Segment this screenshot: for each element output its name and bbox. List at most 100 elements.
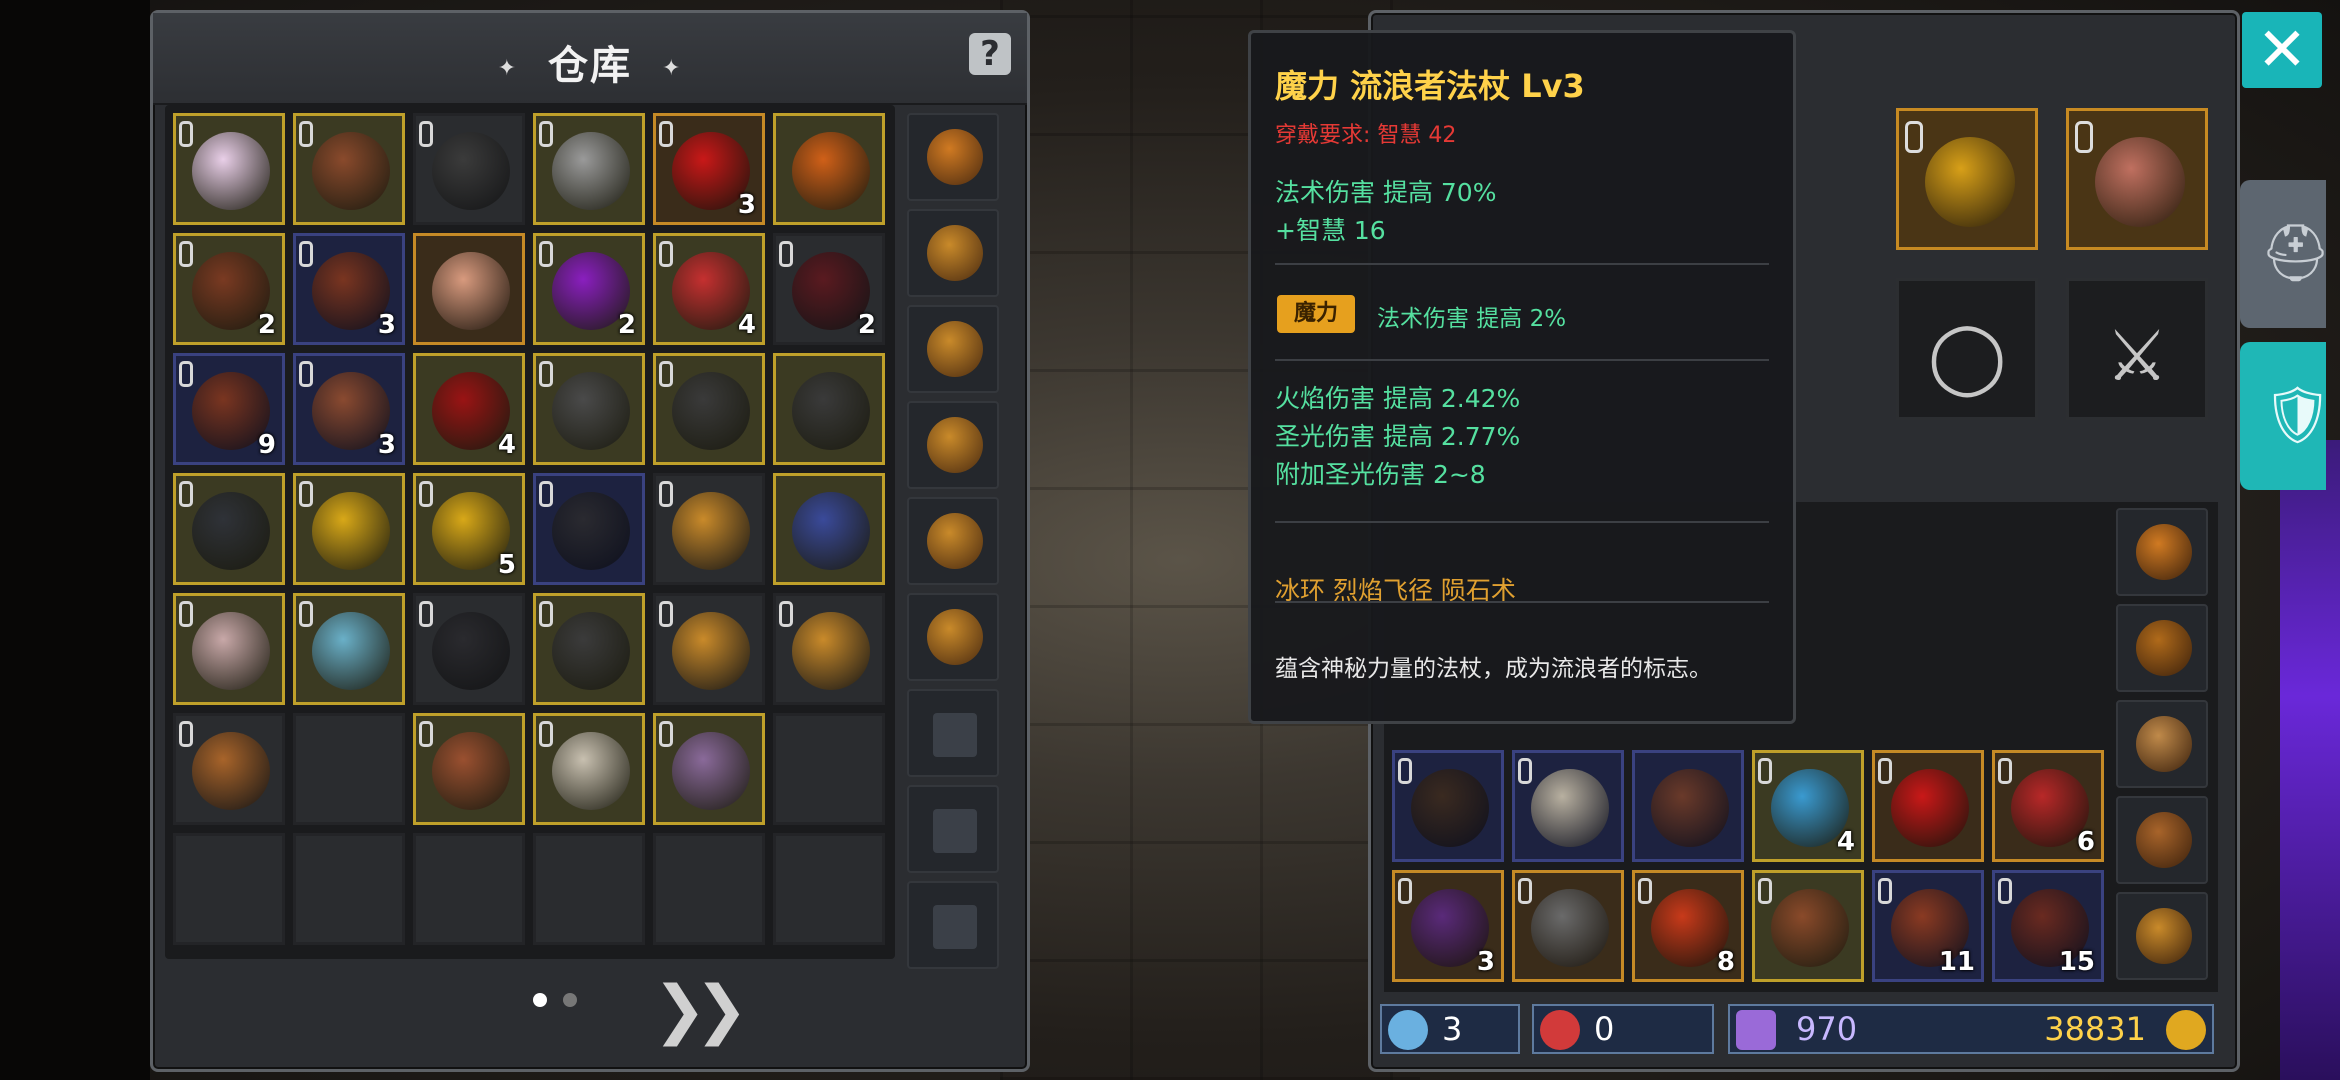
warehouse-slot[interactable] <box>773 593 885 705</box>
warehouse-slot[interactable] <box>533 353 645 465</box>
warehouse-slot[interactable] <box>413 833 525 945</box>
warehouse-slot[interactable]: 2 <box>173 233 285 345</box>
lock-icon <box>1758 758 1772 784</box>
warehouse-bag-slot[interactable] <box>907 401 999 489</box>
bag-icon <box>2136 620 2192 676</box>
warehouse-slot[interactable] <box>413 113 525 225</box>
tab-equipment-helmet[interactable]: ⛑ <box>2240 180 2331 328</box>
bag-icon <box>2136 908 2192 964</box>
warehouse-slot[interactable] <box>173 593 285 705</box>
inventory-slot[interactable] <box>1632 750 1744 862</box>
warehouse-slot[interactable] <box>653 473 765 585</box>
warehouse-slot[interactable] <box>173 713 285 825</box>
great-helm-icon <box>552 732 630 810</box>
warehouse-slot[interactable] <box>293 473 405 585</box>
warehouse-slot[interactable] <box>533 713 645 825</box>
pouch-icon <box>927 513 983 569</box>
warehouse-side-column <box>907 105 1003 969</box>
warehouse-slot[interactable]: 4 <box>413 353 525 465</box>
equipment-slot[interactable]: ◯ <box>1896 278 2038 420</box>
lock-icon <box>539 721 553 747</box>
equipment-slot[interactable] <box>2066 108 2208 250</box>
warehouse-bag-slot[interactable] <box>907 209 999 297</box>
warehouse-slot[interactable] <box>533 113 645 225</box>
warehouse-slot[interactable] <box>773 713 885 825</box>
warehouse-slot[interactable] <box>413 713 525 825</box>
warehouse-slot[interactable] <box>173 473 285 585</box>
add-bag-slot[interactable] <box>907 785 999 873</box>
equipment-slot[interactable] <box>1896 108 2038 250</box>
axe-icon <box>1531 769 1609 847</box>
title-text: 仓库 <box>548 43 632 89</box>
next-page-button[interactable]: ❯❯ <box>653 973 748 1047</box>
warehouse-slot[interactable] <box>173 833 285 945</box>
warehouse-slot[interactable] <box>773 353 885 465</box>
warehouse-slot[interactable]: 5 <box>413 473 525 585</box>
warehouse-slot[interactable]: 2 <box>773 233 885 345</box>
warehouse-slot[interactable] <box>653 593 765 705</box>
warehouse-slot[interactable] <box>533 833 645 945</box>
warehouse-slot[interactable] <box>293 593 405 705</box>
page-dot[interactable] <box>533 993 547 1007</box>
page-dot[interactable] <box>563 993 577 1007</box>
inventory-slot[interactable] <box>1512 870 1624 982</box>
tab-equipment-weapon[interactable]: 🛡 <box>2240 342 2333 490</box>
warehouse-slot[interactable] <box>653 353 765 465</box>
warehouse-slot[interactable] <box>533 593 645 705</box>
warehouse-slot[interactable] <box>773 113 885 225</box>
skill-points-value: 3 <box>1442 1010 1463 1048</box>
lock-icon <box>659 121 673 147</box>
warehouse-slot[interactable] <box>773 473 885 585</box>
inventory-slot[interactable] <box>1392 750 1504 862</box>
inventory-slot[interactable]: 15 <box>1992 870 2104 982</box>
warehouse-slot[interactable]: 9 <box>173 353 285 465</box>
inventory-bag-slot[interactable] <box>2116 892 2208 980</box>
warehouse-slot[interactable] <box>293 833 405 945</box>
warehouse-slot[interactable]: 3 <box>653 113 765 225</box>
axe-icon <box>552 132 630 210</box>
inventory-slot[interactable]: 3 <box>1392 870 1504 982</box>
warehouse-slot[interactable] <box>293 113 405 225</box>
inventory-slot[interactable]: 11 <box>1872 870 1984 982</box>
inventory-bag-slot[interactable] <box>2116 700 2208 788</box>
warehouse-slot[interactable] <box>293 713 405 825</box>
warehouse-bag-slot[interactable] <box>907 305 999 393</box>
inventory-bag-slot[interactable] <box>2116 508 2208 596</box>
lock-icon <box>179 481 193 507</box>
warehouse-slot[interactable] <box>653 713 765 825</box>
helm-icon <box>432 612 510 690</box>
inventory-slot[interactable]: 8 <box>1632 870 1744 982</box>
warehouse-slot[interactable] <box>413 593 525 705</box>
warehouse-bag-slot[interactable] <box>907 113 999 201</box>
inventory-bag-slot[interactable] <box>2116 604 2208 692</box>
inventory-slot[interactable] <box>1872 750 1984 862</box>
warehouse-bag-slot[interactable] <box>907 497 999 585</box>
warehouse-slot[interactable] <box>653 833 765 945</box>
warehouse-slot[interactable]: 2 <box>533 233 645 345</box>
warehouse-slot[interactable]: 3 <box>293 353 405 465</box>
item-count: 8 <box>1716 947 1735 977</box>
close-button[interactable]: ✕ <box>2242 12 2322 88</box>
add-bag-slot[interactable] <box>907 881 999 969</box>
inventory-slot[interactable] <box>1752 870 1864 982</box>
warehouse-slot[interactable] <box>173 113 285 225</box>
lock-icon <box>299 601 313 627</box>
inventory-bag-slot[interactable] <box>2116 796 2208 884</box>
helmet-icon: ⛑ <box>2260 221 2332 286</box>
warehouse-bag-slot[interactable] <box>907 593 999 681</box>
warehouse-slot[interactable] <box>773 833 885 945</box>
add-bag-slot[interactable] <box>907 689 999 777</box>
inventory-slot[interactable]: 4 <box>1752 750 1864 862</box>
warehouse-slot[interactable] <box>533 473 645 585</box>
inventory-slot[interactable] <box>1512 750 1624 862</box>
equipment-slot[interactable]: ⚔ <box>2066 278 2208 420</box>
bag-icon <box>927 129 983 185</box>
warehouse-slot[interactable] <box>413 233 525 345</box>
item-count: 4 <box>497 430 516 460</box>
warehouse-slot[interactable]: 4 <box>653 233 765 345</box>
pouch-icon <box>672 492 750 570</box>
help-button[interactable]: ? <box>969 33 1011 75</box>
currency-bar: 970 38831 <box>1728 1004 2214 1054</box>
inventory-slot[interactable]: 6 <box>1992 750 2104 862</box>
warehouse-slot[interactable]: 3 <box>293 233 405 345</box>
